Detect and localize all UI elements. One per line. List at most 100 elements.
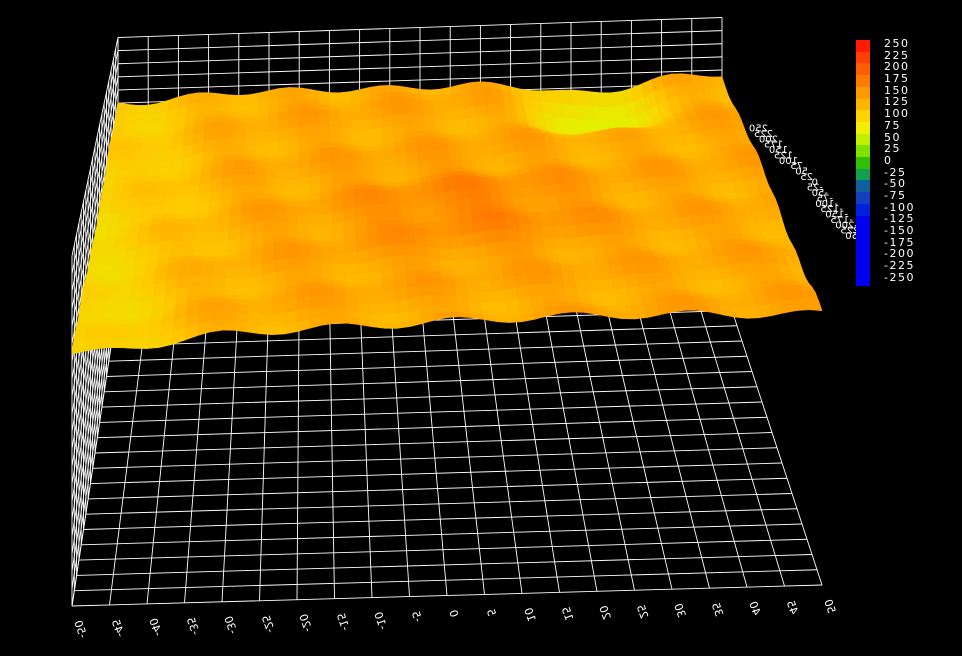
- surface-cell: [246, 323, 261, 335]
- surface-cell: [442, 109, 456, 121]
- surface-cell: [521, 187, 536, 199]
- surface-cell: [101, 245, 116, 257]
- colorbar-segment: [856, 203, 870, 216]
- surface-cell: [214, 261, 228, 270]
- surface-cell: [156, 176, 170, 182]
- surface-cell: [285, 257, 298, 271]
- surface-cell: [490, 278, 505, 293]
- surface-cell: [436, 227, 451, 238]
- surface-cell: [509, 180, 523, 189]
- surface-cell: [136, 168, 149, 177]
- surface-cell: [136, 104, 149, 116]
- floor-grid-line: [106, 355, 748, 377]
- surface-cell: [79, 299, 94, 311]
- surface-cell: [121, 130, 135, 138]
- surface-cell: [418, 284, 433, 297]
- surface-cell: [100, 255, 114, 267]
- surface-cell: [157, 169, 171, 177]
- surface-cell: [232, 159, 245, 167]
- surface-cell: [255, 141, 268, 152]
- surface-cell: [107, 280, 122, 287]
- surface-cell: [411, 207, 425, 217]
- surface-cell: [288, 87, 300, 98]
- surface-cell: [383, 313, 397, 324]
- surface-cell: [551, 217, 566, 229]
- surface-cell: [134, 337, 149, 349]
- surface-cell: [424, 222, 438, 230]
- x-tick-label: -45: [109, 618, 127, 639]
- surface-cell: [309, 124, 321, 136]
- surface-cell: [274, 230, 287, 239]
- surface-cell: [465, 275, 480, 283]
- surface-cell: [245, 131, 258, 143]
- surface-cell: [274, 220, 287, 232]
- surface-cell: [383, 322, 398, 329]
- x-tick-label: -5: [409, 609, 425, 624]
- surface-cell: [356, 261, 370, 276]
- surface-cell: [216, 102, 229, 113]
- surface-cell: [160, 150, 173, 162]
- surface-cell: [344, 251, 358, 266]
- surface-cell: [236, 112, 249, 119]
- surface-cell: [91, 239, 106, 248]
- surface-cell: [222, 310, 236, 323]
- surface-cell: [224, 128, 237, 140]
- x-tick-label: -20: [296, 612, 314, 633]
- surface-cell: [149, 151, 162, 162]
- x-tick-label: -30: [221, 614, 239, 635]
- floor-grid-line: [104, 371, 753, 393]
- surface-cell: [483, 218, 497, 232]
- surface-cell: [597, 267, 613, 282]
- surface-cell: [330, 147, 343, 154]
- surface-cell: [189, 266, 204, 276]
- surface-cell: [213, 267, 227, 279]
- surface-cell: [352, 171, 365, 181]
- surface-cell: [320, 212, 333, 227]
- surface-cell: [120, 136, 134, 143]
- colorbar-segment: [856, 192, 870, 204]
- surface-cell: [103, 301, 118, 314]
- surface-cell: [376, 194, 390, 206]
- surface-cell: [452, 98, 465, 111]
- surface-cell: [121, 337, 136, 349]
- surface-cell: [276, 162, 289, 171]
- surface-cell: [356, 249, 370, 265]
- surface-cell: [114, 312, 129, 321]
- surface-cell: [77, 310, 93, 320]
- surface-cell: [243, 165, 256, 176]
- surface-cell: [370, 313, 385, 324]
- surface-cell: [183, 223, 197, 233]
- colorbar-label: -150: [884, 224, 915, 237]
- colorbar-segment: [856, 133, 870, 146]
- surface-cell: [111, 129, 125, 137]
- surface-cell: [332, 244, 346, 255]
- surface-cell: [188, 275, 203, 287]
- surface-cell: [297, 200, 310, 208]
- surface-cell: [246, 117, 259, 125]
- x-tick-label: -25: [259, 613, 277, 634]
- surface-cell: [415, 255, 430, 267]
- colorbar-segment: [856, 51, 870, 64]
- surface-cell: [96, 214, 110, 228]
- surface-cell: [454, 180, 468, 191]
- surface-cell: [259, 304, 274, 316]
- surface-cell: [176, 186, 190, 198]
- surface-cell: [216, 240, 230, 252]
- surface-cell: [619, 310, 635, 320]
- surface-cell: [247, 305, 261, 316]
- floor-grid-line: [92, 447, 778, 469]
- surface-cell: [246, 123, 258, 133]
- surface-cell: [484, 229, 499, 245]
- floor-grid-line: [90, 462, 783, 485]
- surface-cell: [349, 104, 362, 113]
- surface-cell: [116, 292, 131, 304]
- surface-cell: [451, 260, 465, 271]
- surface-cell: [536, 205, 551, 214]
- x-tick-label: 50: [821, 598, 838, 616]
- surface-cell: [384, 148, 397, 159]
- surface-cell: [94, 225, 109, 236]
- surface-cell: [159, 230, 173, 243]
- surface-cell: [298, 96, 310, 104]
- surface-cell: [182, 231, 196, 243]
- surface-cell: [402, 233, 416, 245]
